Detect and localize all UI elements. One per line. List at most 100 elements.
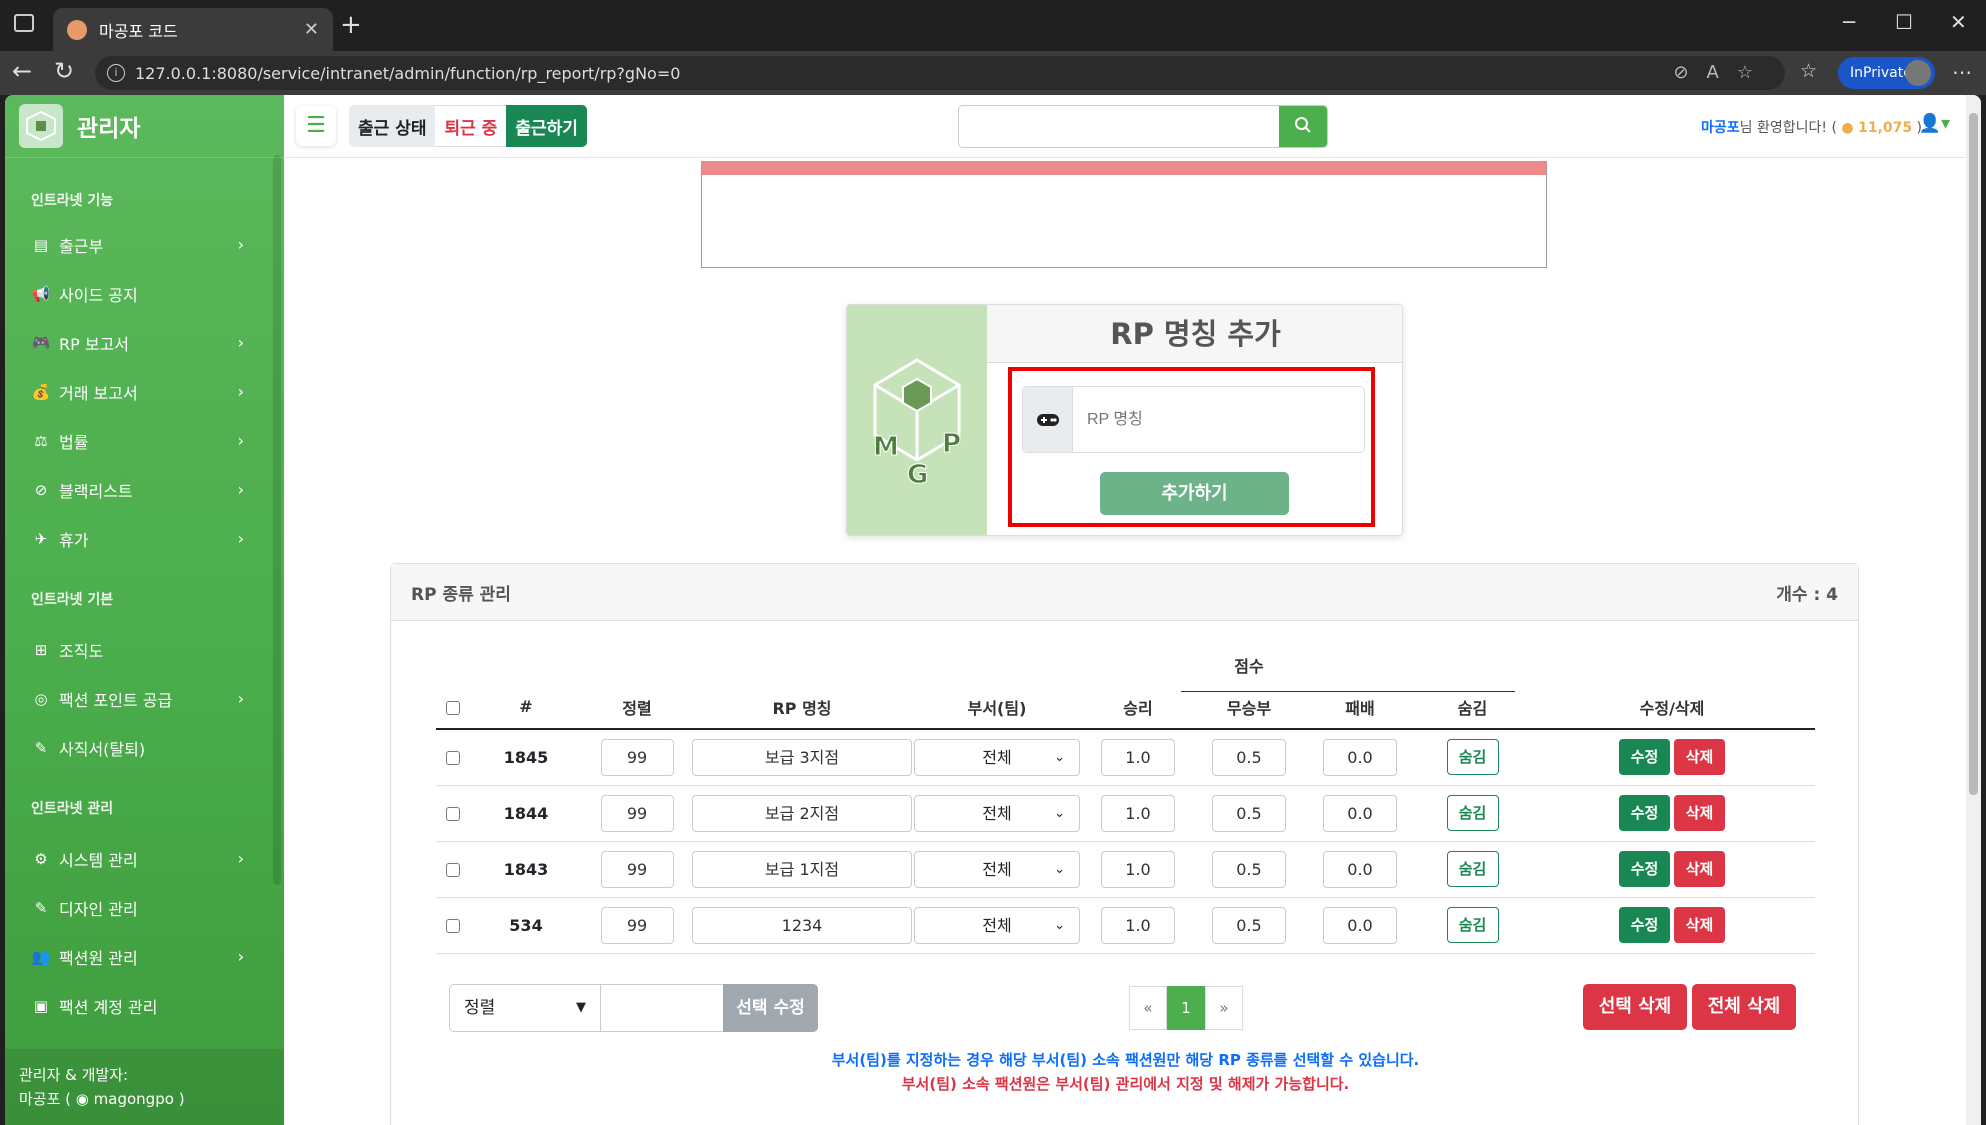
hide-button[interactable]: 숨김 xyxy=(1446,907,1499,943)
draw-score-input[interactable]: 0.5 xyxy=(1212,738,1286,776)
ban-icon: ⊘ xyxy=(34,480,48,499)
sidebar-item[interactable]: ✎ 디자인 관리 xyxy=(5,883,284,932)
search-button[interactable] xyxy=(1279,106,1327,147)
address-actions-icon[interactable]: ⊘A☆ xyxy=(1673,62,1771,83)
close-window-icon[interactable]: ✕ xyxy=(1950,10,1967,34)
win-score-input[interactable]: 1.0 xyxy=(1101,738,1175,776)
delete-button[interactable]: 삭제 xyxy=(1674,795,1725,831)
footer-discord-handle[interactable]: magongpo xyxy=(94,1090,174,1108)
url-field[interactable]: i 127.0.0.1:8080/service/intranet/admin/… xyxy=(95,56,1785,90)
dept-select[interactable]: 전체 ⌄ xyxy=(914,906,1080,944)
site-info-icon[interactable]: i xyxy=(107,64,125,82)
rp-name-field[interactable]: 1234 xyxy=(692,906,912,944)
edit-button[interactable]: 수정 xyxy=(1619,851,1670,887)
maximize-icon[interactable]: ☐ xyxy=(1895,10,1913,34)
hide-button[interactable]: 숨김 xyxy=(1446,739,1499,776)
sidebar-item[interactable]: 💰 거래 보고서 › xyxy=(5,367,284,416)
sidebar-item[interactable]: 👥 팩션원 관리 › xyxy=(5,932,284,981)
edit-button[interactable]: 수정 xyxy=(1619,907,1670,943)
page-scrollbar-thumb[interactable] xyxy=(1969,113,1978,795)
rp-name-field[interactable]: 보급 2지점 xyxy=(692,794,912,832)
row-checkbox[interactable] xyxy=(446,751,460,766)
loss-score-input[interactable]: 0.0 xyxy=(1323,906,1397,944)
edit-button[interactable]: 수정 xyxy=(1619,739,1670,776)
loss-score-input[interactable]: 0.0 xyxy=(1323,850,1397,888)
delete-selected-button[interactable]: 선택 삭제 xyxy=(1583,984,1687,1030)
hamburger-menu-icon[interactable]: ☰ xyxy=(296,106,336,146)
rp-name-input[interactable] xyxy=(1073,387,1364,452)
sort-input[interactable]: 99 xyxy=(600,794,674,832)
minimize-icon[interactable]: ─ xyxy=(1843,10,1855,34)
hide-button[interactable]: 숨김 xyxy=(1446,851,1499,887)
web-page: 관리자 인트라넷 기능 ▤ 출근부 › 📢 사이드 공지 🎮 RP 보고서 › 💰 거래 보고서 › ⚖… xyxy=(5,95,1981,1125)
dept-select[interactable]: 전체 ⌄ xyxy=(914,850,1080,888)
loss-score-input[interactable]: 0.0 xyxy=(1323,738,1397,776)
sort-input[interactable]: 99 xyxy=(600,906,674,944)
more-menu-icon[interactable]: ⋯ xyxy=(1952,60,1972,84)
sidebar-item[interactable]: ⚙ 시스템 관리 › xyxy=(5,834,284,883)
new-tab-icon[interactable]: + xyxy=(340,10,362,40)
sidebar-item[interactable]: 🎮 RP 보고서 › xyxy=(5,318,284,367)
browser-tab[interactable]: 마공포 코드 ✕ xyxy=(53,8,333,51)
delete-button[interactable]: 삭제 xyxy=(1674,851,1725,887)
win-score-input[interactable]: 1.0 xyxy=(1101,794,1175,832)
reload-icon[interactable]: ↻ xyxy=(54,57,74,85)
edit-button[interactable]: 수정 xyxy=(1619,795,1670,831)
sidebar-scrollbar[interactable] xyxy=(273,155,281,885)
sidebar-item[interactable]: ◎ 팩션 포인트 공급 › xyxy=(5,674,284,723)
page-next[interactable]: » xyxy=(1205,986,1243,1030)
hide-button[interactable]: 숨김 xyxy=(1446,795,1499,831)
page-current[interactable]: 1 xyxy=(1167,986,1205,1030)
dept-value: 전체 xyxy=(982,859,1012,879)
sidebar-item[interactable]: ✎ 사직서(탈퇴) xyxy=(5,723,284,772)
win-score-input[interactable]: 1.0 xyxy=(1101,850,1175,888)
user-menu-icon[interactable]: 👤▾ xyxy=(1919,113,1950,134)
main-content: M G P RP 명칭 추가 추가하기 RP 종류 관리 개수 : 4 xyxy=(284,158,1966,1125)
sidebar-item[interactable]: ⊘ 블랙리스트 › xyxy=(5,465,284,514)
search-input[interactable] xyxy=(959,106,1279,147)
row-checkbox[interactable] xyxy=(446,919,460,933)
sidebar-toggle-icon[interactable] xyxy=(14,14,34,32)
sidebar-item[interactable]: ▣ 팩션 계정 관리 xyxy=(5,981,284,1030)
inprivate-badge[interactable]: InPrivate xyxy=(1838,57,1935,89)
select-all-checkbox[interactable] xyxy=(446,700,460,715)
sidebar-item[interactable]: 📢 사이드 공지 xyxy=(5,269,284,318)
row-checkbox[interactable] xyxy=(446,807,460,821)
loss-score-input[interactable]: 0.0 xyxy=(1323,794,1397,832)
bulk-field-select[interactable]: 정렬 ▼ xyxy=(449,984,601,1032)
sidebar-item[interactable]: ⚖ 법률 › xyxy=(5,416,284,465)
delete-all-button[interactable]: 전체 삭제 xyxy=(1692,984,1796,1030)
page-scrollbar[interactable] xyxy=(1966,95,1981,1125)
win-score-input[interactable]: 1.0 xyxy=(1101,906,1175,944)
row-checkbox[interactable] xyxy=(446,863,460,877)
footer-credit-label: 관리자 & 개발자: xyxy=(19,1066,129,1084)
page-prev[interactable]: « xyxy=(1129,986,1167,1030)
search-box xyxy=(958,105,1328,148)
add-rp-button[interactable]: 추가하기 xyxy=(1100,472,1289,515)
sidebar-item[interactable]: ⊞ 조직도 xyxy=(5,625,284,674)
delete-button[interactable]: 삭제 xyxy=(1674,907,1725,943)
rp-name-field[interactable]: 보급 1지점 xyxy=(692,850,912,888)
delete-button[interactable]: 삭제 xyxy=(1674,739,1725,776)
dept-select[interactable]: 전체 ⌄ xyxy=(914,738,1080,776)
bulk-value-input[interactable] xyxy=(600,984,724,1032)
back-icon[interactable]: ← xyxy=(12,57,32,85)
close-tab-icon[interactable]: ✕ xyxy=(304,19,319,40)
sidebar-item[interactable]: ✈ 휴가 › xyxy=(5,514,284,563)
browser-tabbar: 마공포 코드 ✕ + ─ ☐ ✕ xyxy=(0,0,1986,51)
sort-input[interactable]: 99 xyxy=(600,738,674,776)
dept-select[interactable]: 전체 ⌄ xyxy=(914,794,1080,832)
sidebar-section-title: 인트라넷 기본 xyxy=(31,592,114,608)
favorites-icon[interactable]: ☆ xyxy=(1800,60,1817,82)
draw-score-input[interactable]: 0.5 xyxy=(1212,850,1286,888)
sidebar-item[interactable]: ▤ 출근부 › xyxy=(5,220,284,269)
mgp-logo-image: M G P xyxy=(847,305,987,535)
scale-icon: ⚖ xyxy=(34,431,48,450)
draw-score-input[interactable]: 0.5 xyxy=(1212,906,1286,944)
clock-in-button[interactable]: 출근하기 xyxy=(506,105,587,147)
sidebar-brand[interactable]: 관리자 xyxy=(5,95,284,158)
sort-input[interactable]: 99 xyxy=(600,850,674,888)
rp-name-field[interactable]: 보급 3지점 xyxy=(692,738,912,776)
draw-score-input[interactable]: 0.5 xyxy=(1212,794,1286,832)
bulk-modify-button[interactable]: 선택 수정 xyxy=(723,984,818,1032)
